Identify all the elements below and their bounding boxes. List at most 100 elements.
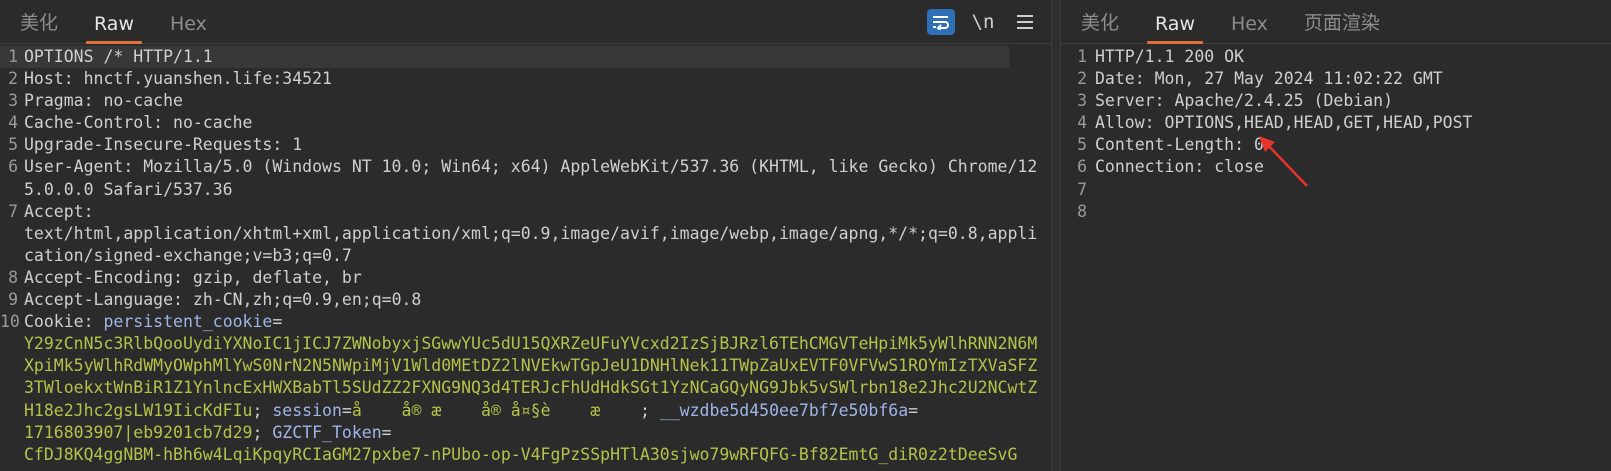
response-line: 6 Connection: close — [1061, 156, 1611, 178]
response-tab-render[interactable]: 页面渲染 — [1286, 3, 1398, 43]
line-number: 10 — [0, 312, 20, 332]
line-number: 1 — [1077, 47, 1087, 66]
line-text: Upgrade-Insecure-Requests: 1 — [22, 134, 1051, 156]
request-tab-raw[interactable]: Raw — [76, 3, 152, 44]
response-tabbar: 美化 Raw Hex 页面渲染 — [1061, 0, 1611, 44]
arrow-shaft — [1264, 141, 1308, 187]
line-number: 6 — [8, 157, 18, 177]
line-text: User-Agent: Mozilla/5.0 (Windows NT 10.0… — [22, 156, 1051, 200]
response-line: 2 Date: Mon, 27 May 2024 11:02:22 GMT — [1061, 68, 1611, 90]
line-number: 3 — [8, 91, 18, 111]
request-line: 6 User-Agent: Mozilla/5.0 (Windows NT 10… — [0, 156, 1051, 200]
response-tab-raw[interactable]: Raw — [1137, 3, 1213, 44]
line-text: Accept-Language: zh-CN,zh;q=0.9,en;q=0.8 — [22, 289, 1051, 311]
line-key: OPTIONS /* HTTP/1.1 — [24, 47, 213, 66]
request-line: 4 Cache-Control: no-cache — [0, 112, 1051, 134]
cookie-value: CfDJ8KQ4ggNBM-hBh6w4LqiKpqyRCIaGM27pxbe7… — [24, 444, 1018, 464]
response-pane: 美化 Raw Hex 页面渲染 1 HTTP/1.1 200 OK 2 Date… — [1061, 0, 1611, 471]
hamburger-icon[interactable] — [1011, 9, 1039, 35]
cookie-sep: ; — [252, 400, 273, 420]
cookie-sep: ; — [252, 422, 273, 442]
request-line: 7 Accept: text/html,application/xhtml+xm… — [0, 201, 1051, 267]
response-line: 7 — [1061, 179, 1611, 201]
request-editor[interactable]: 1 OPTIONS /* HTTP/1.1 2 Host: hnctf.yuan… — [0, 46, 1051, 471]
http-viewer: 美化 Raw Hex \n 1 OPTIONS /* HTTP/1.1 2 Ho… — [0, 0, 1611, 471]
line-text: Accept-Encoding: gzip, deflate, br — [22, 267, 1051, 289]
line-text: Connection: close — [1095, 157, 1264, 177]
cookie-name: session — [272, 400, 342, 420]
cookie-sep: ; — [639, 400, 660, 420]
request-line-cookie: 10 Cookie: persistent_cookie= Y29zCnN5c3… — [0, 311, 1051, 466]
line-text: Pragma: no-cache — [22, 90, 1051, 112]
line-number: 8 — [8, 267, 18, 287]
line-number: 1 — [8, 47, 18, 66]
line-text: Allow: OPTIONS,HEAD,HEAD,GET,HEAD,POST — [1095, 113, 1473, 133]
line-number: 9 — [8, 290, 18, 310]
request-toolbar: \n — [927, 9, 1039, 35]
line-text — [1093, 179, 1611, 201]
newline-toggle-button[interactable]: \n — [969, 9, 997, 35]
pane-splitter[interactable] — [1051, 0, 1061, 471]
request-tabbar: 美化 Raw Hex \n — [0, 0, 1051, 44]
cookie-eq: = — [272, 312, 283, 332]
line-key: User-Agent: — [24, 157, 134, 177]
request-tab-hex[interactable]: Hex — [152, 3, 225, 43]
line-text: Accept: text/html,application/xhtml+xml,… — [22, 201, 1051, 267]
line-key: Cookie: — [24, 312, 94, 332]
request-line: 8 Accept-Encoding: gzip, deflate, br — [0, 267, 1051, 289]
cookie-name: __wzdbe5d450ee7bf7e50bf6a — [659, 400, 909, 420]
line-number: 4 — [8, 113, 18, 133]
line-text: Cookie: persistent_cookie= Y29zCnN5c3Rlb… — [22, 311, 1051, 466]
response-line: 3 Server: Apache/2.4.25 (Debian) — [1061, 90, 1611, 112]
line-value: gzip, deflate, br — [182, 267, 362, 287]
line-key: Accept-Encoding: — [24, 267, 183, 287]
line-text: Host: hnctf.yuanshen.life:34521 — [22, 68, 1051, 90]
line-text: Date: Mon, 27 May 2024 11:02:22 GMT — [1095, 69, 1443, 89]
line-number: 2 — [8, 69, 18, 89]
request-tab-pretty[interactable]: 美化 — [2, 3, 76, 43]
request-line: 3 Pragma: no-cache — [0, 90, 1051, 112]
line-value: Mozilla/5.0 (Windows NT 10.0; Win64; x64… — [24, 157, 1038, 199]
line-number: 6 — [1077, 157, 1087, 177]
line-text: Cache-Control: no-cache — [22, 112, 1051, 134]
request-line: 2 Host: hnctf.yuanshen.life:34521 — [0, 68, 1051, 90]
line-number: 5 — [8, 135, 18, 155]
cookie-eq: = — [341, 400, 352, 420]
request-line: 1 OPTIONS /* HTTP/1.1 — [0, 46, 1009, 69]
hamburger-icon-glyph — [1017, 15, 1033, 29]
cookie-eq: = — [381, 422, 392, 442]
line-text: Server: Apache/2.4.25 (Debian) — [1095, 91, 1394, 111]
line-key: Accept: — [24, 201, 94, 221]
line-number: 8 — [1077, 201, 1087, 221]
line-value: no-cache — [163, 113, 253, 133]
line-number: 2 — [1077, 69, 1087, 89]
request-line: 9 Accept-Language: zh-CN,zh;q=0.9,en;q=0… — [0, 289, 1051, 311]
response-line: 4 Allow: OPTIONS,HEAD,HEAD,GET,HEAD,POST — [1061, 112, 1611, 134]
line-text: OPTIONS /* HTTP/1.1 — [22, 46, 1009, 68]
response-line: 1 HTTP/1.1 200 OK — [1061, 46, 1611, 68]
line-key: Cache-Control: — [24, 113, 164, 133]
line-value: text/html,application/xhtml+xml,applicat… — [24, 223, 1038, 265]
line-value: hnctf.yuanshen.life:34521 — [73, 69, 332, 89]
line-key: Accept-Language: — [24, 290, 183, 310]
response-editor[interactable]: 1 HTTP/1.1 200 OK 2 Date: Mon, 27 May 20… — [1061, 46, 1611, 471]
line-value: zh-CN,zh;q=0.9,en;q=0.8 — [182, 290, 422, 310]
wrap-icon[interactable] — [927, 9, 955, 35]
cookie-name: GZCTF_Token — [272, 422, 382, 442]
cookie-value: å å® æ å® å¤§è æ — [351, 400, 640, 420]
request-pane: 美化 Raw Hex \n 1 OPTIONS /* HTTP/1.1 2 Ho… — [0, 0, 1051, 471]
line-key: Host: — [24, 69, 74, 89]
line-text: Content-Length: 0 — [1095, 135, 1264, 155]
wrap-icon-glyph — [933, 16, 949, 30]
response-tab-hex[interactable]: Hex — [1213, 3, 1286, 43]
line-number: 7 — [8, 201, 18, 221]
response-line: 8 — [1061, 201, 1611, 223]
line-number: 7 — [1077, 179, 1087, 199]
response-tab-pretty[interactable]: 美化 — [1063, 3, 1137, 43]
line-number: 5 — [1077, 135, 1087, 155]
line-text — [1093, 201, 1611, 223]
line-key: Pragma: — [24, 91, 94, 111]
response-line: 5 Content-Length: 0 — [1061, 134, 1611, 156]
request-line: 5 Upgrade-Insecure-Requests: 1 — [0, 134, 1051, 156]
cookie-eq: = — [908, 400, 919, 420]
